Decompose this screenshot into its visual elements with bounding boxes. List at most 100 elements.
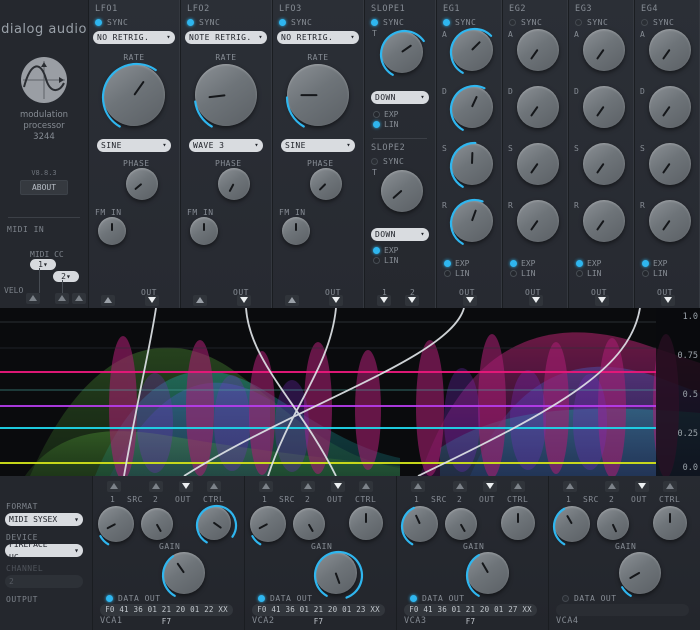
vca2-src1-in-jack[interactable] (259, 481, 273, 492)
about-button[interactable]: ABOUT (20, 180, 68, 195)
lfo3-rate-knob[interactable] (287, 64, 349, 126)
lfo2-phase-knob[interactable] (218, 168, 250, 200)
lfo1-phase-knob[interactable] (126, 168, 158, 200)
eg2-release-knob[interactable] (517, 200, 559, 242)
vca1-ctrl-in-jack[interactable] (207, 481, 221, 492)
lfo3-fm-in-jack[interactable] (285, 295, 299, 306)
lfo3-phase-knob[interactable] (310, 168, 342, 200)
midi-cc-1-out-jack[interactable] (55, 293, 69, 304)
vca2-out-jack[interactable] (331, 481, 345, 492)
lfo2-retrig-select[interactable]: NOTE RETRIG. ▾ (185, 31, 267, 44)
slope2-time-knob[interactable] (381, 170, 423, 212)
slope1-sync-toggle[interactable]: SYNC (371, 18, 435, 27)
eg4-attack-knob[interactable] (649, 29, 691, 71)
device-select[interactable]: FIREFACE UC...▾ (5, 544, 83, 557)
vca1-ctrl-knob[interactable] (197, 506, 231, 540)
eg2-sustain-knob[interactable] (517, 143, 559, 185)
lfo1-fm-knob[interactable] (98, 217, 126, 245)
vca1-data-out-toggle[interactable]: DATA OUT (106, 594, 161, 603)
vca3-src1-in-jack[interactable] (411, 481, 425, 492)
eg2-exp-radio[interactable]: EXP (510, 259, 567, 268)
vca3-out-jack[interactable] (483, 481, 497, 492)
slope2-sync-toggle[interactable]: SYNC (371, 157, 435, 166)
vca2-src2-knob[interactable] (293, 508, 325, 540)
eg4-exp-radio[interactable]: EXP (642, 259, 699, 268)
lfo1-retrig-select[interactable]: NO RETRIG. ▾ (93, 31, 175, 44)
eg2-decay-knob[interactable] (517, 86, 559, 128)
vca3-src1-knob[interactable] (402, 506, 438, 542)
vca4-src1-in-jack[interactable] (563, 481, 577, 492)
eg1-exp-radio[interactable]: EXP (444, 259, 501, 268)
eg1-sustain-knob[interactable] (451, 143, 493, 185)
vca1-out-jack[interactable] (179, 481, 193, 492)
eg2-sync-toggle[interactable]: SYNC (509, 18, 567, 27)
lfo2-sync-toggle[interactable]: SYNC (187, 18, 271, 27)
eg4-sync-toggle[interactable]: SYNC (641, 18, 699, 27)
vca2-src2-in-jack[interactable] (301, 481, 315, 492)
vca2-ctrl-in-jack[interactable] (359, 481, 373, 492)
lfo2-fm-knob[interactable] (190, 217, 218, 245)
vca2-ctrl-knob[interactable] (349, 506, 383, 540)
vca1-sysex-field[interactable]: F0 41 36 01 21 20 01 22 XX F7 (100, 604, 233, 616)
lfo1-wave-select[interactable]: SINE ▾ (97, 139, 171, 152)
eg3-attack-knob[interactable] (583, 29, 625, 71)
format-select[interactable]: MIDI SYSEX▾ (5, 513, 83, 526)
lfo2-wave-select[interactable]: WAVE 3 ▾ (189, 139, 263, 152)
slope1-out-jack[interactable] (377, 295, 391, 306)
vca4-ctrl-knob[interactable] (653, 506, 687, 540)
eg2-lin-radio[interactable]: LIN (510, 269, 567, 278)
eg3-lin-radio[interactable]: LIN (576, 269, 633, 278)
vca1-src2-knob[interactable] (141, 508, 173, 540)
vca1-src1-in-jack[interactable] (107, 481, 121, 492)
vca4-data-out-toggle[interactable]: DATA OUT (562, 594, 617, 603)
lfo1-fm-in-jack[interactable] (101, 295, 115, 306)
vca4-src2-knob[interactable] (597, 508, 629, 540)
vca2-data-out-toggle[interactable]: DATA OUT (258, 594, 313, 603)
vca4-gain-knob[interactable] (619, 552, 661, 594)
vca3-src2-knob[interactable] (445, 508, 477, 540)
eg1-lin-radio[interactable]: LIN (444, 269, 501, 278)
vca3-gain-knob[interactable] (467, 552, 509, 594)
eg2-attack-knob[interactable] (517, 29, 559, 71)
velo-out-jack[interactable] (26, 293, 40, 304)
vca3-data-out-toggle[interactable]: DATA OUT (410, 594, 465, 603)
vca3-src2-in-jack[interactable] (453, 481, 467, 492)
slope1-exp-radio[interactable]: EXP (373, 110, 435, 119)
channel-select[interactable]: 2 (5, 575, 83, 588)
vca4-src1-knob[interactable] (554, 506, 590, 542)
lfo3-fm-knob[interactable] (282, 217, 310, 245)
lfo3-retrig-select[interactable]: NO RETRIG. ▾ (277, 31, 359, 44)
eg4-sustain-knob[interactable] (649, 143, 691, 185)
midi-cc-2-select[interactable]: 2▾ (53, 271, 79, 282)
slope1-lin-radio[interactable]: LIN (373, 120, 435, 129)
lfo2-fm-in-jack[interactable] (193, 295, 207, 306)
lfo1-out-jack[interactable] (145, 295, 159, 306)
vca4-ctrl-in-jack[interactable] (663, 481, 677, 492)
eg3-exp-radio[interactable]: EXP (576, 259, 633, 268)
lfo3-out-jack[interactable] (329, 295, 343, 306)
vca1-src2-in-jack[interactable] (149, 481, 163, 492)
slope2-out-jack[interactable] (405, 295, 419, 306)
slope1-direction-select[interactable]: DOWN ▾ (371, 91, 429, 104)
vca2-gain-knob[interactable] (315, 552, 357, 594)
eg4-lin-radio[interactable]: LIN (642, 269, 699, 278)
vca1-gain-knob[interactable] (163, 552, 205, 594)
lfo1-sync-toggle[interactable]: SYNC (95, 18, 179, 27)
eg3-sync-toggle[interactable]: SYNC (575, 18, 633, 27)
vca3-ctrl-in-jack[interactable] (511, 481, 525, 492)
lfo3-wave-select[interactable]: SINE ▾ (281, 139, 355, 152)
midi-cc-1-select[interactable]: 1▾ (30, 259, 56, 270)
lfo2-rate-knob[interactable] (195, 64, 257, 126)
eg4-out-jack[interactable] (661, 295, 675, 306)
eg2-out-jack[interactable] (529, 295, 543, 306)
eg1-attack-knob[interactable] (451, 29, 493, 71)
vca3-ctrl-knob[interactable] (501, 506, 535, 540)
eg3-release-knob[interactable] (583, 200, 625, 242)
slope2-direction-select[interactable]: DOWN ▾ (371, 228, 429, 241)
slope2-exp-radio[interactable]: EXP (373, 246, 435, 255)
scope-routing-view[interactable]: ROUTING WAVE EDITOR SCOPE VCA 1 2 3 4 (0, 308, 700, 476)
eg3-sustain-knob[interactable] (583, 143, 625, 185)
eg3-decay-knob[interactable] (583, 86, 625, 128)
vca4-sysex-field[interactable] (556, 604, 689, 616)
lfo2-out-jack[interactable] (237, 295, 251, 306)
